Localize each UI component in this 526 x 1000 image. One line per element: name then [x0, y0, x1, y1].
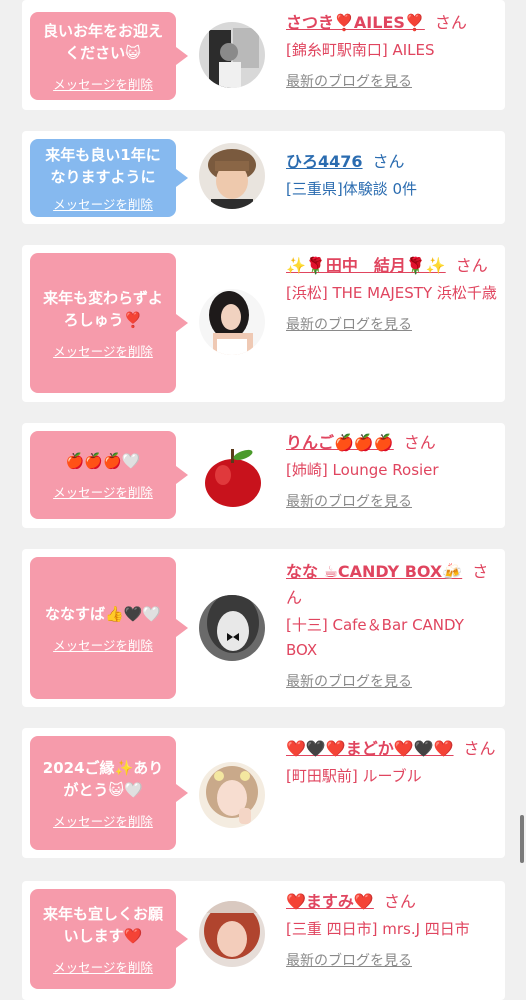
shop-info: [町田駅前] ルーブル [286, 767, 422, 785]
avatar[interactable] [199, 143, 265, 209]
avatar[interactable] [199, 762, 265, 828]
message-text: 2024ご縁✨ありがとう😺🤍 [42, 758, 164, 799]
message-text: 来年も良い1年になりますように [45, 145, 161, 186]
apple-avatar-icon [199, 443, 265, 509]
profile-name-link[interactable]: なな ☕CANDY BOX🍻 [286, 562, 462, 581]
message-bubble: 🍎🍎🍎🤍 メッセージを削除 [30, 431, 188, 519]
profile-info: ひろ4476 さん [三重県]体験談 0件 [286, 149, 498, 202]
avatar[interactable] [199, 22, 265, 88]
profile-info: ❤️ますみ❤️ さん [三重 四日市] mrs.J 四日市 最新のブログを見る [286, 889, 498, 970]
message-text: ななすば👍🖤🤍 [44, 604, 162, 623]
honorific: さん [383, 892, 416, 911]
shop-info: [三重 四日市] mrs.J 四日市 [286, 920, 470, 938]
profile-name-link[interactable]: ひろ4476 [286, 152, 363, 171]
message-card: 2024ご縁✨ありがとう😺🤍 メッセージを削除 ❤️🖤❤️まどか❤️🖤❤️ さん … [22, 728, 505, 858]
latest-blog-link[interactable]: 最新のブログを見る [286, 671, 412, 691]
honorific: さん [463, 739, 496, 758]
message-card: 🍎🍎🍎🤍 メッセージを削除 りんご🍎🍎🍎 さん [姉崎] Lounge Rosie… [22, 423, 505, 528]
latest-blog-link[interactable]: 最新のブログを見る [286, 314, 412, 334]
profile-info: さつき❣️AILES❣️ さん [錦糸町駅南口] AILES 最新のブログを見る [286, 10, 498, 91]
profile-name-link[interactable]: ❤️🖤❤️まどか❤️🖤❤️ [286, 739, 454, 758]
message-bubble: 良いお年をお迎えください😺 メッセージを削除 [30, 12, 188, 100]
photo-avatar-icon [199, 595, 265, 661]
message-feed: 良いお年をお迎えください😺 メッセージを削除 さつき❣️AILES❣️ さん [錦… [0, 0, 526, 1000]
message-bubble: 来年も宜しくお願いします❤️ メッセージを削除 [30, 889, 188, 989]
profile-name-link[interactable]: さつき❣️AILES❣️ [286, 13, 425, 32]
profile-info: りんご🍎🍎🍎 さん [姉崎] Lounge Rosier 最新のブログを見る [286, 430, 498, 511]
avatar[interactable] [199, 901, 265, 967]
delete-message-link[interactable]: メッセージを削除 [53, 811, 153, 830]
delete-message-link[interactable]: メッセージを削除 [53, 482, 153, 501]
photo-avatar-icon [199, 143, 265, 209]
profile-info: ❤️🖤❤️まどか❤️🖤❤️ さん [町田駅前] ルーブル [286, 736, 498, 789]
message-bubble: 2024ご縁✨ありがとう😺🤍 メッセージを削除 [30, 736, 188, 850]
scrollbar-thumb[interactable] [520, 815, 524, 863]
profile-info: なな ☕CANDY BOX🍻 さん [十三] Cafe＆Bar CANDY BOX… [286, 559, 498, 691]
delete-message-link[interactable]: メッセージを削除 [53, 74, 153, 93]
delete-message-link[interactable]: メッセージを削除 [53, 194, 153, 213]
message-bubble: ななすば👍🖤🤍 メッセージを削除 [30, 557, 188, 699]
honorific: さん [372, 152, 405, 171]
message-bubble: 来年も良い1年になりますように メッセージを削除 [30, 139, 188, 217]
honorific: さん [455, 256, 488, 275]
latest-blog-link[interactable]: 最新のブログを見る [286, 71, 412, 91]
latest-blog-link[interactable]: 最新のブログを見る [286, 950, 412, 970]
profile-name-link[interactable]: ❤️ますみ❤️ [286, 892, 374, 911]
delete-message-link[interactable]: メッセージを削除 [53, 341, 153, 360]
photo-avatar-icon [199, 289, 265, 355]
profile-name-link[interactable]: りんご🍎🍎🍎 [286, 433, 394, 452]
message-card: 来年も宜しくお願いします❤️ メッセージを削除 ❤️ますみ❤️ さん [三重 四日… [22, 881, 505, 1000]
shop-info: [十三] Cafe＆Bar CANDY BOX [286, 616, 464, 659]
shop-info: [姉崎] Lounge Rosier [286, 461, 439, 479]
message-card: 来年も良い1年になりますように メッセージを削除 ひろ4476 さん [三重県]体… [22, 131, 505, 224]
honorific: さん [403, 433, 436, 452]
avatar[interactable] [199, 595, 265, 661]
photo-avatar-icon [199, 901, 265, 967]
avatar[interactable] [199, 443, 265, 509]
delete-message-link[interactable]: メッセージを削除 [53, 957, 153, 976]
message-text: 来年も変わらずよろしゅう❣️ [43, 288, 163, 329]
shop-info: [錦糸町駅南口] AILES [286, 41, 435, 59]
message-bubble: 来年も変わらずよろしゅう❣️ メッセージを削除 [30, 253, 188, 393]
message-text: 🍎🍎🍎🤍 [65, 451, 141, 470]
message-text: 良いお年をお迎えください😺 [42, 21, 163, 62]
profile-name-link[interactable]: ✨🌹田中 結月🌹✨ [286, 256, 446, 275]
shop-info: [三重県]体験談 0件 [286, 180, 418, 198]
latest-blog-link[interactable]: 最新のブログを見る [286, 491, 412, 511]
honorific: さん [434, 13, 467, 32]
photo-avatar-icon [199, 22, 265, 88]
delete-message-link[interactable]: メッセージを削除 [53, 635, 153, 654]
avatar[interactable] [199, 289, 265, 355]
shop-info: [浜松] THE MAJESTY 浜松千歳 [286, 284, 497, 302]
message-card: 来年も変わらずよろしゅう❣️ メッセージを削除 ✨🌹田中 結月🌹✨ さん [浜松]… [22, 245, 505, 402]
message-card: ななすば👍🖤🤍 メッセージを削除 なな ☕CANDY BOX🍻 さん [十三] C… [22, 549, 505, 707]
message-text: 来年も宜しくお願いします❤️ [42, 904, 163, 945]
photo-avatar-icon [199, 762, 265, 828]
message-card: 良いお年をお迎えください😺 メッセージを削除 さつき❣️AILES❣️ さん [錦… [22, 0, 505, 110]
profile-info: ✨🌹田中 結月🌹✨ さん [浜松] THE MAJESTY 浜松千歳 最新のブログ… [286, 253, 498, 334]
